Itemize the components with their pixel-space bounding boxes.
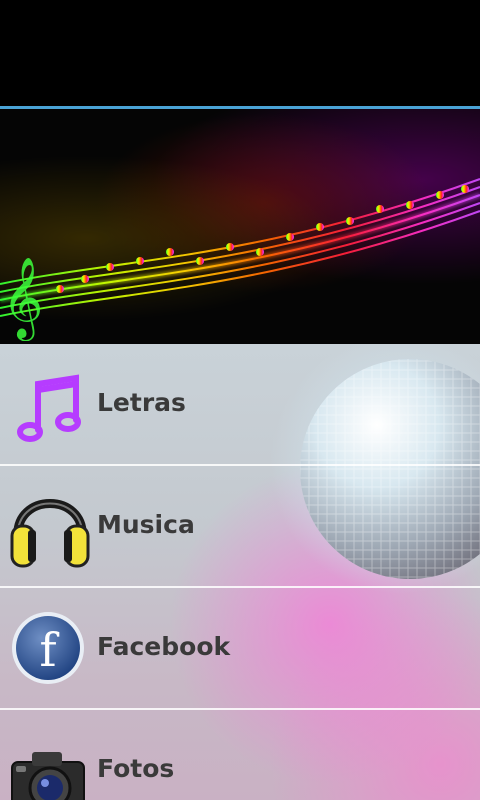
menu-item-fotos[interactable]: Fotos <box>0 710 480 800</box>
svg-text:𝄞: 𝄞 <box>2 256 43 341</box>
menu-item-label: Fotos <box>97 754 175 783</box>
menu-item-label: Facebook <box>97 632 231 661</box>
menu-item-letras[interactable]: Letras <box>0 344 480 464</box>
facebook-icon: f <box>10 604 90 692</box>
music-note-icon <box>10 360 90 448</box>
music-banner-image: 𝄞 <box>0 109 480 344</box>
camera-icon <box>10 726 90 800</box>
menu-item-musica[interactable]: Musica <box>0 466 480 586</box>
top-bar <box>0 0 480 106</box>
menu-item-facebook[interactable]: f Facebook <box>0 588 480 708</box>
svg-text:f: f <box>39 623 59 677</box>
menu-panel: Letras Musica f Facebook Fotos <box>0 344 480 800</box>
menu-item-label: Musica <box>97 510 195 539</box>
headphones-icon <box>10 482 90 570</box>
menu-item-label: Letras <box>97 388 186 417</box>
